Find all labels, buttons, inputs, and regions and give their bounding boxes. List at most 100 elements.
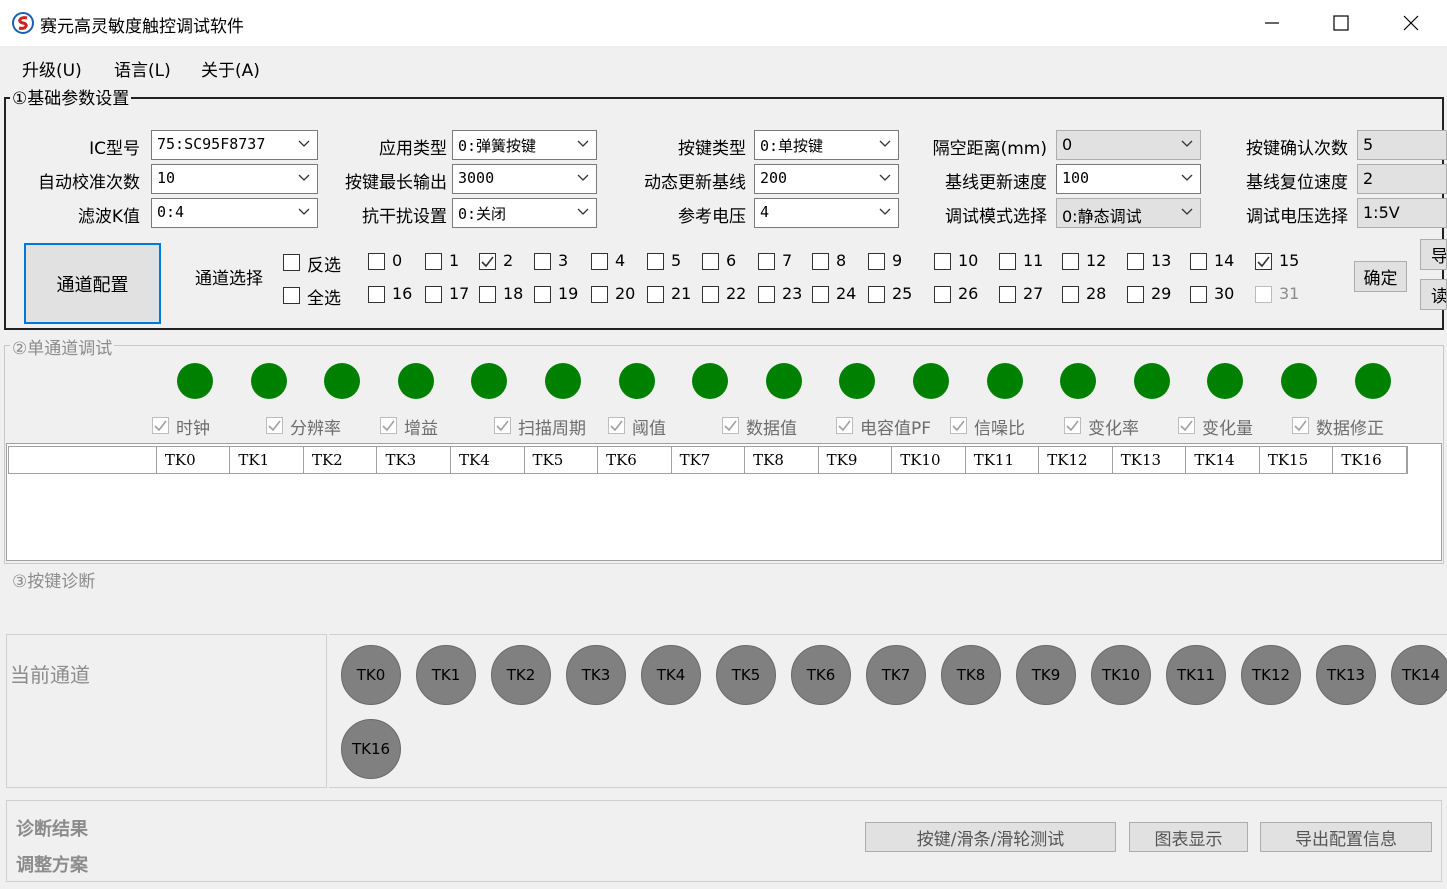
app-type-value: 0:弹簧按键	[458, 137, 537, 155]
grid-column-header[interactable]: TK13	[1113, 447, 1187, 473]
minimize-button[interactable]	[1249, 8, 1295, 38]
channel-27-checkbox[interactable]	[999, 286, 1016, 303]
channel-10-checkbox[interactable]	[934, 253, 951, 270]
invert-checkbox[interactable]	[283, 254, 300, 271]
key-max-output-select[interactable]: 3000	[452, 164, 597, 194]
channel-9-checkbox[interactable]	[868, 253, 885, 270]
auto-calib-count-select[interactable]: 10	[151, 164, 318, 194]
app-logo-icon	[12, 12, 34, 34]
key-slider-wheel-test-button[interactable]: 按键/滑条/滑轮测试	[865, 822, 1116, 852]
ic-model-select[interactable]: 75:SC95F8737	[151, 130, 318, 160]
channel-15-checkbox[interactable]	[1255, 253, 1272, 270]
channel-31-checkbox	[1255, 286, 1272, 303]
channel-28-label: 28	[1086, 284, 1107, 303]
app-type-select[interactable]: 0:弹簧按键	[452, 130, 597, 160]
ref-voltage-select[interactable]: 4	[754, 198, 899, 228]
maximize-button[interactable]	[1318, 8, 1364, 38]
chevron-down-icon	[577, 208, 589, 215]
grid-column-header[interactable]: TK7	[672, 447, 746, 473]
filter-k-select[interactable]: 0:4	[151, 198, 318, 228]
channel-13-checkbox[interactable]	[1127, 253, 1144, 270]
channel-9-label: 9	[892, 251, 903, 270]
channel-5-checkbox[interactable]	[647, 253, 664, 270]
channel-20-checkbox[interactable]	[591, 286, 608, 303]
channel-led-indicator	[692, 363, 729, 399]
key-diagnosis-title: ③按键诊断	[10, 567, 98, 592]
close-button[interactable]	[1388, 8, 1434, 38]
grid-column-header[interactable]: TK10	[892, 447, 966, 473]
grid-column-header[interactable]: TK11	[966, 447, 1040, 473]
select-all-checkbox[interactable]	[283, 287, 300, 304]
menu-language[interactable]: 语言(L)	[114, 56, 171, 81]
side-button-2[interactable]: 读	[1420, 279, 1447, 310]
anti-interference-select[interactable]: 0:关闭	[452, 198, 597, 228]
channel-select-label: 通道选择	[195, 269, 263, 289]
debug-voltage-value: 1:5V	[1363, 203, 1400, 222]
grid-column-header[interactable]: TK6	[598, 447, 672, 473]
channel-config-button[interactable]: 通道配置	[24, 243, 161, 324]
channel-14-checkbox[interactable]	[1190, 253, 1207, 270]
grid-column-header[interactable]: TK0	[157, 447, 231, 473]
grid-column-header[interactable]: TK14	[1186, 447, 1260, 473]
channel-3-checkbox[interactable]	[534, 253, 551, 270]
dynamic-baseline-select[interactable]: 200	[754, 164, 899, 194]
channel-0-label: 0	[392, 251, 403, 270]
current-channel-panel	[6, 634, 327, 788]
channel-30-checkbox[interactable]	[1190, 286, 1207, 303]
channel-17-checkbox[interactable]	[425, 286, 442, 303]
side-button-1[interactable]: 导	[1420, 239, 1447, 270]
grid-column-header[interactable]: TK16	[1333, 447, 1407, 473]
channel-led-indicator	[913, 363, 949, 399]
channel-11-checkbox[interactable]	[999, 253, 1016, 270]
key-confirm-count-select[interactable]: 5	[1357, 130, 1447, 160]
channel-24-checkbox[interactable]	[812, 286, 829, 303]
chart-display-button[interactable]: 图表显示	[1129, 822, 1248, 852]
channel-4-checkbox[interactable]	[591, 253, 608, 270]
channel-0-checkbox[interactable]	[368, 253, 385, 270]
channel-23-checkbox[interactable]	[758, 286, 775, 303]
channel-25-checkbox[interactable]	[868, 286, 885, 303]
grid-column-header[interactable]: TK4	[451, 447, 525, 473]
confirm-button[interactable]: 确定	[1354, 261, 1407, 292]
channel-led-indicator	[545, 363, 581, 399]
grid-column-header[interactable]: TK12	[1039, 447, 1113, 473]
baseline-update-speed-select[interactable]: 100	[1056, 164, 1201, 194]
channel-16-checkbox[interactable]	[368, 286, 385, 303]
grid-column-header[interactable]: TK9	[819, 447, 893, 473]
channel-29-checkbox[interactable]	[1127, 286, 1144, 303]
channel-7-checkbox[interactable]	[758, 253, 775, 270]
option-label: 阈值	[632, 419, 666, 439]
channel-26-checkbox[interactable]	[934, 286, 951, 303]
app-type-label: 应用类型	[379, 139, 447, 159]
grid-column-header[interactable]	[9, 447, 157, 473]
channel-12-checkbox[interactable]	[1062, 253, 1079, 270]
check-icon	[724, 420, 737, 432]
export-config-button[interactable]: 导出配置信息	[1260, 822, 1432, 852]
channel-1-checkbox[interactable]	[425, 253, 442, 270]
key-type-select[interactable]: 0:单按键	[754, 130, 899, 160]
channel-led-indicator	[1354, 363, 1391, 399]
grid-column-header[interactable]: TK5	[525, 447, 599, 473]
debug-mode-select[interactable]: 0:静态调试	[1056, 198, 1201, 228]
menu-about[interactable]: 关于(A)	[201, 56, 260, 81]
air-distance-select[interactable]: 0	[1056, 130, 1201, 160]
menu-upgrade[interactable]: 升级(U)	[22, 56, 82, 81]
channel-2-label: 2	[503, 251, 514, 270]
channel-8-checkbox[interactable]	[812, 253, 829, 270]
channel-2-checkbox[interactable]	[479, 253, 496, 270]
channel-6-checkbox[interactable]	[702, 253, 719, 270]
anti-interference-value: 0:关闭	[458, 205, 507, 223]
grid-column-header[interactable]: TK15	[1260, 447, 1334, 473]
grid-column-header[interactable]: TK8	[745, 447, 819, 473]
channel-21-checkbox[interactable]	[647, 286, 664, 303]
grid-column-header[interactable]: TK2	[304, 447, 378, 473]
grid-column-header[interactable]: TK1	[230, 447, 304, 473]
debug-voltage-select[interactable]: 1:5V	[1357, 198, 1447, 228]
debug-voltage-label: 调试电压选择	[1246, 207, 1348, 227]
channel-22-checkbox[interactable]	[702, 286, 719, 303]
channel-19-checkbox[interactable]	[534, 286, 551, 303]
baseline-reset-speed-select[interactable]: 2	[1357, 164, 1447, 194]
channel-18-checkbox[interactable]	[479, 286, 496, 303]
channel-28-checkbox[interactable]	[1062, 286, 1079, 303]
grid-column-header[interactable]: TK3	[377, 447, 451, 473]
